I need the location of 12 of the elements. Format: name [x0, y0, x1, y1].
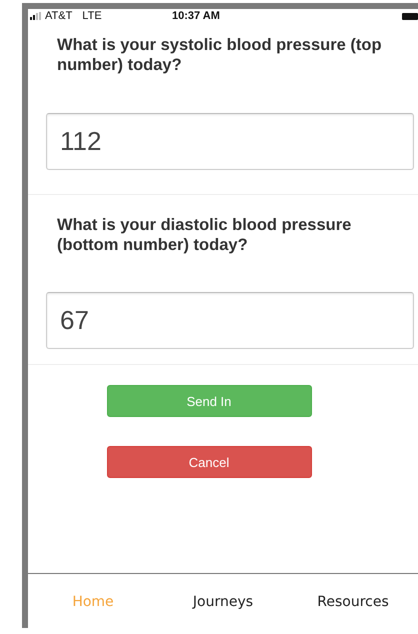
signal-icon: [30, 12, 41, 20]
question-text: What is your diastolic blood pressure (bottom number) today?: [57, 215, 352, 255]
battery-icon: [402, 12, 418, 20]
cancel-button[interactable]: Cancel: [106, 446, 312, 478]
input-field[interactable]: 112: [46, 113, 414, 170]
nav-tab[interactable]: Resources: [288, 594, 418, 610]
status-time: 10:37 AM: [172, 10, 220, 22]
network-type: LTE: [82, 10, 102, 22]
question-text: What is your systolic blood pressure (top number) today?: [57, 35, 383, 75]
nav-tab[interactable]: Journeys: [158, 594, 288, 610]
input-field[interactable]: 67: [46, 292, 414, 349]
carrier-name: AT&T: [45, 10, 72, 22]
